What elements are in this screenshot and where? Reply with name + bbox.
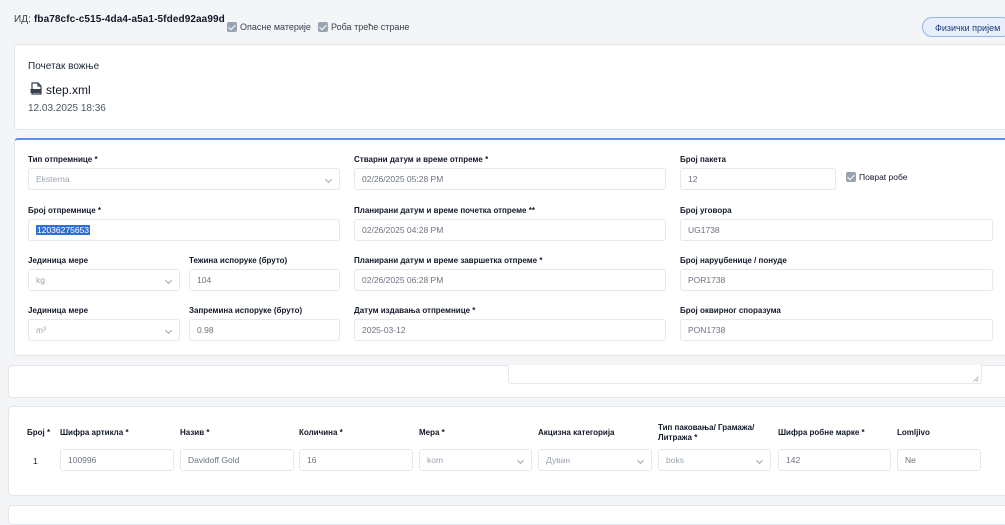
- col-unit-header: Мера *: [419, 428, 445, 437]
- actual-datetime-label: Стварни датум и време отпреме *: [354, 155, 489, 164]
- contract-number-label: Број уговора: [680, 206, 732, 215]
- order-number-label: Број наруџбенице / понуде: [680, 256, 787, 265]
- order-number-input[interactable]: POR1738: [680, 269, 993, 291]
- col-excise-header: Акцизна категорија: [538, 428, 615, 437]
- unit2-select[interactable]: m³: [28, 319, 180, 341]
- chevron-down-icon: [516, 456, 525, 465]
- planned-end-input[interactable]: 02/26/2025 06:28 PM: [354, 269, 666, 291]
- col-brand-code-header: Шифра робне марке *: [778, 428, 865, 437]
- resize-grip-icon[interactable]: [973, 376, 979, 382]
- col-number-header: Број *: [27, 428, 51, 437]
- unit-select[interactable]: kom: [419, 449, 532, 471]
- attached-file-link[interactable]: step.xml: [46, 83, 91, 97]
- notes-textarea[interactable]: [508, 365, 982, 384]
- col-article-code-header: Шифра артикла *: [60, 428, 129, 437]
- package-count-label: Број пакета: [680, 155, 726, 164]
- issue-date-input[interactable]: 2025-03-12: [354, 319, 666, 341]
- packaging-header-line2: Литража *: [658, 433, 698, 442]
- actual-datetime-input[interactable]: 02/26/2025 05:28 PM: [354, 168, 666, 190]
- chevron-down-icon: [755, 456, 764, 465]
- volume-label: Запремина испоруке (бруто): [189, 306, 303, 315]
- chevron-down-icon: [324, 175, 333, 184]
- packaging-value: boks: [666, 455, 684, 465]
- start-drive-card: [14, 44, 1005, 130]
- excise-select[interactable]: Дуван: [538, 449, 652, 471]
- row-number: 1: [33, 456, 38, 466]
- unit1-value: kg: [36, 275, 45, 285]
- brand-code-input[interactable]: 142: [778, 449, 891, 471]
- chevron-down-icon: [636, 456, 645, 465]
- shipment-number-label: Број отпремнице *: [28, 206, 102, 215]
- unit2-label: Јединица мере: [28, 306, 89, 315]
- id-prefix: ИД:: [14, 14, 32, 25]
- unit1-label: Јединица мере: [28, 256, 89, 265]
- article-code-input[interactable]: 100996: [60, 449, 174, 471]
- third-party-label: Роба трећe стране: [331, 22, 410, 32]
- shipment-type-value: Eksterna: [36, 174, 70, 184]
- return-goods-checkbox[interactable]: [846, 172, 856, 182]
- weight-label: Тежина испоруке (бруто): [189, 256, 288, 265]
- excise-value: Дуван: [546, 455, 571, 465]
- quantity-input[interactable]: 16: [299, 449, 413, 471]
- name-input[interactable]: Davidoff Gold: [180, 449, 294, 471]
- planned-end-label: Планирани датум и време завршетка отпрем…: [354, 256, 543, 265]
- shipment-type-select[interactable]: Eksterna: [28, 168, 340, 190]
- physical-receipt-button[interactable]: Физички пријем: [922, 17, 1005, 37]
- chevron-down-icon: [164, 326, 173, 335]
- fragile-input[interactable]: Ne: [897, 449, 981, 471]
- weight-input[interactable]: 104: [189, 269, 340, 291]
- file-xml-icon: [30, 82, 42, 95]
- packaging-header-line1: Тип паковања/ Грамажа/: [658, 423, 755, 432]
- unit2-value: m³: [36, 325, 46, 335]
- chevron-down-icon: [164, 276, 173, 285]
- planned-start-input[interactable]: 02/26/2025 04:28 PM: [354, 219, 666, 241]
- shipment-number-value: 12036275653: [36, 225, 91, 235]
- issue-date-label: Датум издавања отпремнице *: [354, 306, 476, 315]
- col-packaging-header: Тип паковања/ Грамажа/ Литража *: [658, 423, 754, 443]
- file-date: 12.03.2025 18:36: [28, 103, 106, 114]
- hazardous-checkbox[interactable]: [227, 22, 237, 32]
- framework-number-input[interactable]: PON1738: [680, 319, 993, 341]
- volume-input[interactable]: 0.98: [189, 319, 340, 341]
- col-quantity-header: Количина *: [299, 428, 343, 437]
- col-name-header: Назив *: [180, 428, 210, 437]
- record-id: ИД: fba78cfc-c515-4da4-a5a1-5fded92aa99d: [14, 14, 225, 25]
- contract-number-input[interactable]: UG1738: [680, 219, 993, 241]
- unit1-select[interactable]: kg: [28, 269, 180, 291]
- unit-value: kom: [427, 455, 444, 465]
- package-count-input[interactable]: 12: [680, 168, 836, 190]
- next-section-card: [8, 505, 1005, 525]
- return-goods-label: Повраt робе: [859, 172, 908, 182]
- framework-number-label: Број оквирног споразума: [680, 306, 781, 315]
- hazardous-label: Опасне материје: [240, 22, 311, 32]
- col-fragile-header: Lomljivo: [897, 428, 930, 437]
- section-title: Почетак вожње: [28, 61, 100, 72]
- third-party-checkbox[interactable]: [318, 22, 328, 32]
- planned-start-label: Планирани датум и време почетка отпреме …: [354, 206, 535, 215]
- packaging-select[interactable]: boks: [658, 449, 771, 471]
- id-value: fba78cfc-c515-4da4-a5a1-5fded92aa99d: [33, 14, 225, 25]
- shipment-type-label: Тип отпремнице *: [28, 155, 98, 164]
- shipment-number-input[interactable]: 12036275653: [28, 219, 340, 241]
